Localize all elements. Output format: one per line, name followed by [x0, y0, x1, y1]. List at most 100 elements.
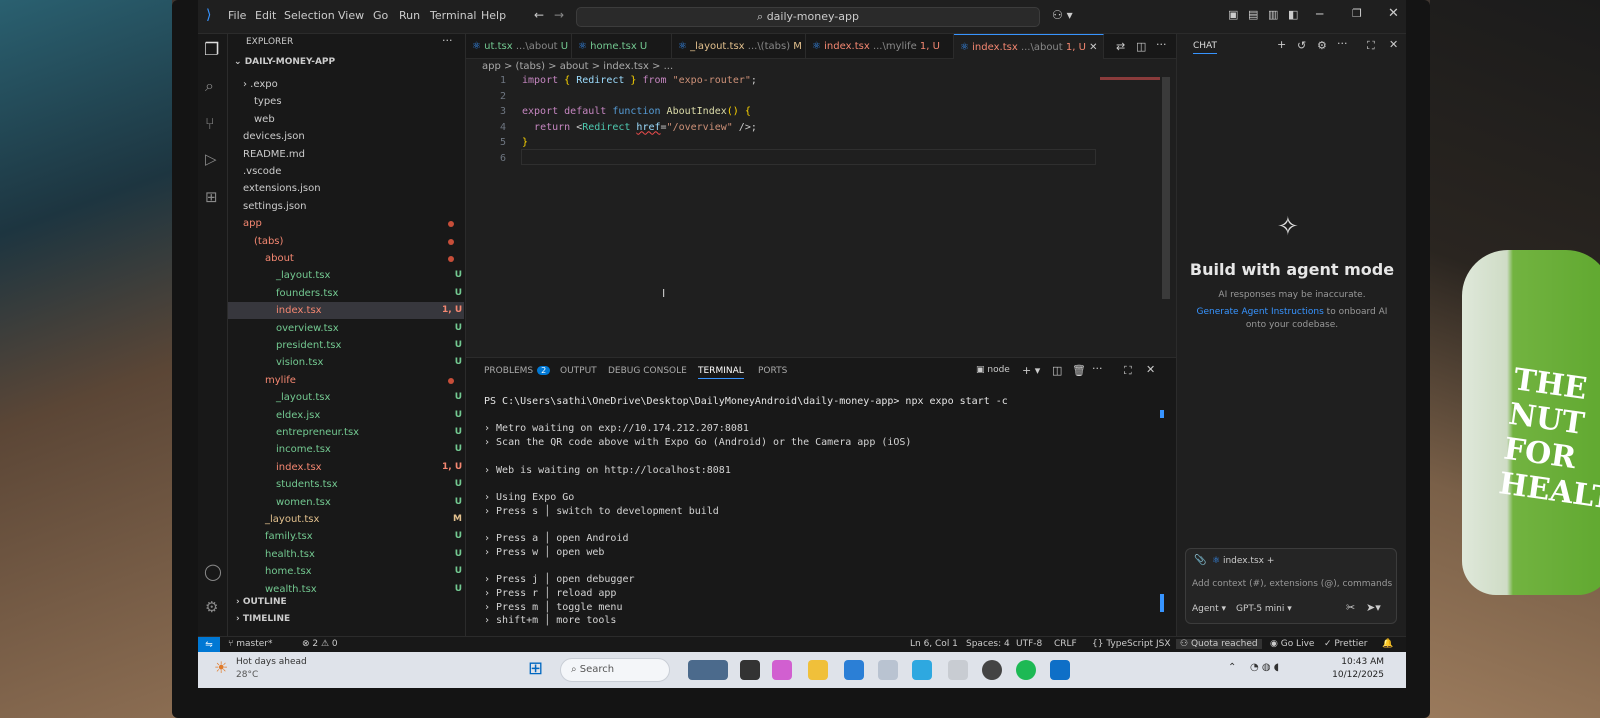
editor-tab[interactable]: ⚛ home.tsx U	[572, 34, 672, 59]
timeline-section[interactable]: › TIMELINE	[236, 614, 290, 624]
context-file-chip[interactable]: ⚛ index.tsx +	[1212, 556, 1274, 566]
tree-item[interactable]: index.tsx 1, U	[228, 302, 464, 320]
tree-item[interactable]: _layout.tsx U	[228, 267, 464, 284]
menu-terminal[interactable]: Terminal	[430, 9, 477, 22]
attach-icon[interactable]: 📎	[1194, 555, 1206, 566]
tree-item[interactable]: app	[228, 215, 464, 232]
edge-browser-icon[interactable]	[912, 660, 932, 680]
tree-item[interactable]: _layout.tsx M	[228, 511, 464, 528]
source-control-icon[interactable]: ⑂	[205, 114, 215, 133]
tree-item[interactable]: about	[228, 250, 464, 267]
send-icon[interactable]: ➤▾	[1366, 601, 1381, 614]
tree-item[interactable]: entrepreneur.tsx U	[228, 424, 464, 441]
panel-tab-ports[interactable]: PORTS	[758, 366, 787, 376]
account-icon[interactable]: ◯	[204, 562, 222, 581]
cursor-position[interactable]: Ln 6, Col 1	[910, 639, 958, 649]
editor-scrollbar[interactable]	[1162, 77, 1170, 299]
panel-tab-problems[interactable]: PROBLEMS 2	[484, 366, 551, 376]
prettier-status[interactable]: ✓ Prettier	[1324, 639, 1368, 649]
search-view-icon[interactable]: ⌕	[205, 76, 214, 96]
model-picker[interactable]: GPT-5 mini ▾	[1236, 604, 1292, 614]
minimize-icon[interactable]: ─	[1316, 7, 1323, 21]
spotify-icon[interactable]	[1016, 660, 1036, 680]
workspace-root[interactable]: ⌄ DAILY-MONEY-APP	[234, 57, 335, 67]
mode-picker[interactable]: Agent ▾	[1192, 604, 1226, 614]
tree-item[interactable]: web	[228, 111, 464, 128]
tree-item[interactable]: family.tsx U	[228, 528, 464, 545]
task-view-icon[interactable]	[740, 660, 760, 680]
close-tab-icon[interactable]: ✕	[1086, 42, 1097, 53]
panel-tab-debug-console[interactable]: DEBUG CONSOLE	[608, 366, 687, 376]
terminal-scrollbar[interactable]	[1160, 594, 1164, 612]
menu-run[interactable]: Run	[399, 9, 420, 22]
new-terminal-icon[interactable]: + ▾	[1022, 364, 1040, 377]
tray-chevron-icon[interactable]: ⌃	[1228, 662, 1236, 673]
chat-title[interactable]: CHAT	[1193, 41, 1218, 54]
tree-item[interactable]: index.tsx 1, U	[228, 459, 464, 476]
maximize-panel-icon[interactable]: ⛶	[1124, 364, 1132, 378]
close-panel-icon[interactable]: ✕	[1146, 363, 1155, 376]
restore-icon[interactable]: ❐	[1352, 7, 1362, 20]
start-windows-icon[interactable]: ⊞	[528, 658, 543, 679]
split-terminal-icon[interactable]: ◫	[1052, 364, 1062, 377]
compare-icon[interactable]: ⇄	[1116, 40, 1125, 53]
trash-icon[interactable]: 🗑	[1072, 364, 1086, 377]
tree-item[interactable]: health.tsx U	[228, 546, 464, 563]
menu-go[interactable]: Go	[373, 9, 388, 22]
go-live-button[interactable]: ◉ Go Live	[1270, 639, 1314, 649]
tree-item[interactable]: devices.json	[228, 128, 464, 145]
weather-headline[interactable]: Hot days ahead	[236, 657, 307, 667]
editor-tab[interactable]: ⚛ _layout.tsx ...\(tabs) M	[672, 34, 806, 59]
app-icon[interactable]	[948, 660, 968, 680]
more-panel-icon[interactable]: ···	[1092, 362, 1103, 375]
command-center-search[interactable]: ⌕ daily-money-app	[576, 7, 1040, 27]
widget-app-icon[interactable]	[688, 660, 728, 680]
breadcrumb[interactable]: app > (tabs) > about > index.tsx > ...	[482, 61, 673, 72]
remote-icon[interactable]: ⇋	[198, 637, 220, 653]
layout-panel-icon[interactable]: ▤	[1248, 8, 1258, 21]
tree-item[interactable]: mylife	[228, 372, 464, 389]
code-editor[interactable]: app > (tabs) > about > index.tsx > ... 1…	[466, 59, 1176, 357]
more-actions-icon[interactable]: ···	[442, 34, 453, 47]
quota-status[interactable]: ⚇ Quota reached	[1176, 639, 1262, 649]
tree-item[interactable]: _layout.tsx U	[228, 389, 464, 406]
tree-item[interactable]: extensions.json	[228, 180, 464, 197]
generate-instructions-link[interactable]: Generate Agent Instructions	[1197, 307, 1324, 317]
layout-secondary-icon[interactable]: ◧	[1288, 8, 1298, 21]
problems-status[interactable]: ⊗ 2 ⚠ 0	[302, 639, 338, 649]
menu-view[interactable]: View	[338, 9, 364, 22]
copilot-icon[interactable]: ⚇ ▾	[1052, 8, 1073, 22]
line-ending[interactable]: CRLF	[1054, 639, 1077, 649]
tree-item[interactable]: types	[228, 93, 464, 110]
tools-icon[interactable]: ✂	[1346, 601, 1355, 614]
menu-selection[interactable]: Selection	[284, 9, 335, 22]
file-explorer-icon[interactable]	[808, 660, 828, 680]
terminal-shell[interactable]: ▣ node	[976, 365, 1010, 375]
layout-sidebar-icon[interactable]: ▣	[1228, 8, 1238, 21]
tree-item[interactable]: .vscode	[228, 163, 464, 180]
wifi-icon[interactable]: ◔ ◍ ◖	[1250, 662, 1279, 673]
tree-item[interactable]: vision.tsx U	[228, 354, 464, 371]
tree-item[interactable]: home.tsx U	[228, 563, 464, 580]
menu-help[interactable]: Help	[481, 9, 506, 22]
copilot-app-icon[interactable]	[772, 660, 792, 680]
chat-settings-icon[interactable]: ⚙	[1317, 39, 1327, 52]
explorer-icon[interactable]: ❐	[204, 40, 219, 60]
run-debug-icon[interactable]: ▷	[205, 150, 217, 168]
editor-tab[interactable]: ⚛ ut.tsx ...\about U	[466, 34, 572, 59]
tree-item[interactable]: README.md	[228, 146, 464, 163]
maximize-chat-icon[interactable]: ⛶	[1367, 39, 1375, 53]
encoding[interactable]: UTF-8	[1016, 639, 1042, 649]
tree-item[interactable]: (tabs)	[228, 233, 464, 250]
tree-item[interactable]: income.tsx U	[228, 441, 464, 458]
language-mode[interactable]: {} TypeScript JSX	[1092, 639, 1170, 649]
history-icon[interactable]: ↺	[1297, 39, 1306, 52]
clock-date[interactable]: 10/12/2025	[1318, 670, 1384, 680]
new-chat-icon[interactable]: +	[1277, 38, 1286, 51]
tree-item[interactable]: students.tsx U	[228, 476, 464, 493]
chat-input-box[interactable]: 📎 ⚛ index.tsx + Add context (#), extensi…	[1185, 548, 1397, 624]
forward-arrow-icon[interactable]: →	[554, 8, 564, 22]
weather-icon[interactable]: ☀	[214, 658, 228, 677]
tree-item[interactable]: founders.tsx U	[228, 285, 464, 302]
outline-section[interactable]: › OUTLINE	[236, 597, 287, 607]
